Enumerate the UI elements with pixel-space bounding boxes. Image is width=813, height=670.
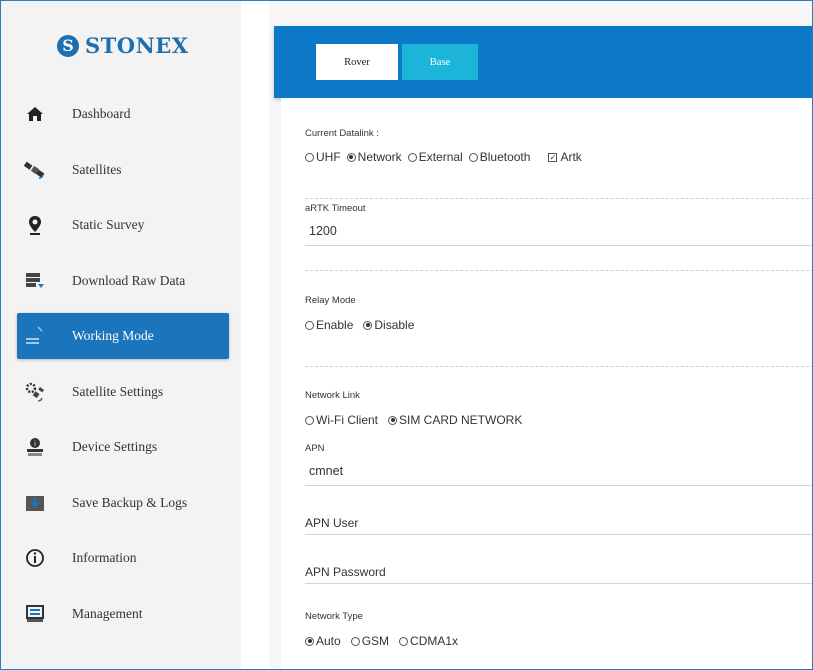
input-underline [305, 245, 812, 246]
sidebar-item-label: Device Settings [72, 439, 158, 454]
radio-label: Network [357, 150, 402, 164]
sidebar-item-management[interactable]: Management [17, 591, 229, 637]
section-divider [305, 366, 812, 367]
sim-card-network-radio[interactable]: SIM CARD NETWORK [388, 413, 522, 427]
artk-timeout-label: aRTK Timeout [305, 203, 366, 214]
radio-label: Wi-Fi Client [316, 413, 378, 427]
relay-mode-label: Relay Mode [305, 295, 356, 306]
radio-label: Bluetooth [479, 150, 531, 164]
sidebar-item-information[interactable]: Information [17, 535, 229, 581]
location-pin-icon [24, 214, 46, 236]
radio-circle [305, 152, 314, 162]
network-type-cdma1x-radio[interactable]: CDMA1x [399, 634, 458, 648]
sidebar-item-label: Management [72, 605, 143, 621]
sidebar-item-label: Dashboard [72, 106, 131, 121]
radio-circle [305, 415, 314, 425]
home-icon [24, 103, 46, 125]
radio-circle [363, 320, 373, 330]
mode-header-bar: Rover Base [274, 26, 812, 98]
device-settings-icon: i [24, 436, 46, 458]
info-icon [24, 547, 46, 569]
sidebar-item-label: Save Backup & Logs [72, 494, 188, 510]
network-type-label: Network Type [305, 611, 363, 622]
sidebar-item-download-raw-data[interactable]: Download Raw Data [17, 258, 229, 304]
radio-label: Disable [374, 318, 415, 332]
brand-name: STONEX [85, 33, 189, 58]
network-type-auto-radio[interactable]: Auto [305, 634, 341, 648]
datalink-options: UHF Network External Bluetooth ✓ Artk [305, 150, 588, 164]
current-datalink-label: Current Datalink : [305, 128, 379, 139]
sidebar-item-label: Satellite Settings [72, 383, 164, 399]
network-type-options: Auto GSM CDMA1x [305, 634, 464, 648]
sidebar-item-label: Information [72, 550, 137, 565]
rover-settings-form: Current Datalink : UHF Network External … [281, 98, 812, 669]
sidebar-item-dashboard[interactable]: Dashboard [17, 91, 229, 137]
sidebar-gutter [241, 1, 269, 669]
network-link-label: Network Link [305, 390, 360, 401]
sidebar-item-working-mode[interactable]: Working Mode [17, 313, 229, 359]
input-underline [305, 583, 812, 584]
apn-password-field[interactable]: APN Password [305, 565, 386, 579]
radio-circle [350, 636, 360, 646]
sidebar-item-save-backup-logs[interactable]: Save Backup & Logs [17, 480, 229, 526]
radio-label: SIM CARD NETWORK [399, 413, 523, 427]
apn-input[interactable]: cmnet [309, 464, 343, 478]
radio-circle [305, 320, 314, 330]
input-underline [305, 534, 812, 535]
radio-circle [388, 415, 397, 425]
section-divider [305, 198, 812, 199]
relay-enable-radio[interactable]: Enable [305, 318, 353, 332]
radio-label: Auto [316, 634, 341, 648]
datalink-network-radio[interactable]: Network [346, 150, 402, 164]
working-mode-icon [24, 325, 46, 347]
relay-disable-radio[interactable]: Disable [363, 318, 414, 332]
network-type-gsm-radio[interactable]: GSM [350, 634, 390, 648]
sidebar-item-label: Static Survey [72, 217, 145, 232]
datalink-bluetooth-radio[interactable]: Bluetooth [468, 150, 531, 164]
radio-circle [407, 152, 417, 162]
sidebar-item-satellite-settings[interactable]: Satellite Settings [17, 369, 229, 415]
stonex-logo-icon: S [57, 34, 79, 57]
radio-label: UHF [316, 150, 341, 164]
main-panel: Rover Base Current Datalink : UHF Networ… [269, 1, 812, 669]
radio-circle [305, 636, 314, 646]
radio-label: GSM [361, 634, 390, 648]
tab-rover[interactable]: Rover [316, 44, 398, 80]
download-data-icon [24, 270, 46, 292]
datalink-external-radio[interactable]: External [407, 150, 463, 164]
radio-circle [399, 636, 409, 646]
radio-label: Enable [316, 318, 354, 332]
radio-circle [468, 152, 478, 162]
radio-label: External [418, 150, 463, 164]
sidebar-item-label: Download Raw Data [72, 272, 186, 288]
artk-timeout-input[interactable]: 1200 [309, 224, 337, 238]
section-divider [305, 270, 812, 271]
wifi-client-radio[interactable]: Wi-Fi Client [305, 413, 378, 427]
sidebar-item-device-settings[interactable]: i Device Settings [17, 424, 229, 470]
sidebar-item-label: Satellites [72, 161, 122, 177]
satellite-icon [24, 159, 46, 181]
tab-base[interactable]: Base [402, 44, 478, 80]
sidebar-nav: Dashboard Satellites Static Survey Downl… [17, 91, 229, 646]
app-frame: S STONEX Dashboard Satellites Static Sur… [0, 0, 813, 670]
save-backup-icon [24, 492, 46, 514]
radio-circle [346, 152, 356, 162]
network-link-options: Wi-Fi Client SIM CARD NETWORK [305, 413, 528, 427]
input-underline [305, 485, 812, 486]
checkbox-box: ✓ [548, 152, 558, 162]
management-icon [24, 603, 46, 625]
brand-logo: S STONEX [57, 33, 189, 58]
sidebar: S STONEX Dashboard Satellites Static Sur… [1, 1, 241, 669]
satellite-settings-icon [24, 381, 46, 403]
sidebar-item-static-survey[interactable]: Static Survey [17, 202, 229, 248]
sidebar-item-label: Working Mode [72, 328, 154, 343]
apn-label: APN [305, 443, 325, 454]
checkbox-label: Artk [560, 150, 582, 164]
radio-label: CDMA1x [410, 634, 459, 648]
artk-checkbox[interactable]: ✓ Artk [548, 150, 582, 164]
sidebar-item-satellites[interactable]: Satellites [17, 147, 229, 193]
relay-mode-options: Enable Disable [305, 318, 420, 332]
datalink-uhf-radio[interactable]: UHF [305, 150, 341, 164]
apn-user-field[interactable]: APN User [305, 516, 358, 530]
